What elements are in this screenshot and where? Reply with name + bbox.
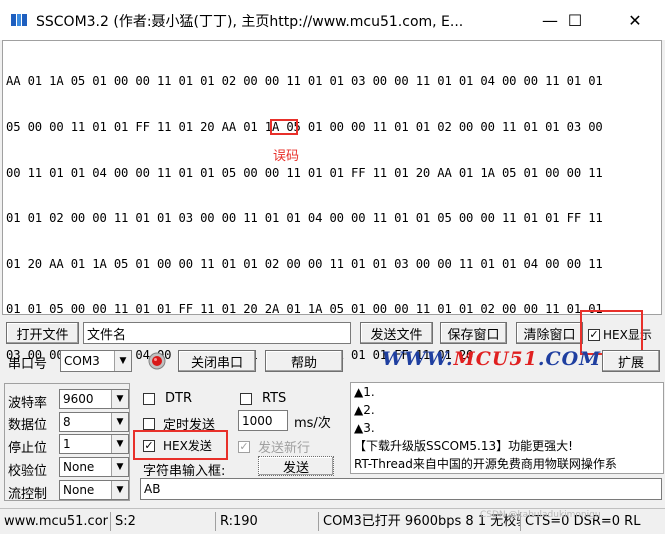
baud-value: 9600 (63, 392, 94, 406)
receive-textarea[interactable]: AA 01 1A 05 01 00 00 11 01 01 02 00 00 1… (2, 40, 662, 362)
dtr-checkbox[interactable]: DTR (143, 391, 192, 406)
send-button[interactable]: 发送 (258, 456, 334, 476)
port-status-icon (148, 352, 166, 370)
clear-window-button[interactable]: 清除窗口 (516, 322, 583, 344)
port-label: 串口号 (8, 357, 48, 372)
receive-line: 01 01 02 00 00 11 01 01 03 00 00 11 01 0… (6, 211, 603, 226)
flow-label: 流控制 (8, 487, 48, 502)
port-value: COM3 (64, 354, 100, 368)
watermark: CSDN @kabuladukimonigu (480, 510, 601, 520)
dtr-label: DTR (165, 391, 192, 406)
receive-line: 05 00 00 11 01 01 FF 11 01 20 AA 01 1A 0… (6, 120, 603, 135)
help-button[interactable]: 帮助 (265, 350, 343, 372)
dtr-box (143, 392, 155, 405)
save-window-button[interactable]: 保存窗口 (440, 322, 507, 344)
interval-unit: ms/次 (294, 416, 331, 431)
rts-label: RTS (262, 391, 287, 406)
expand-button[interactable]: 扩展 (602, 350, 660, 372)
rtthread-link[interactable]: RT-Thread来自中国的开源免费商用物联网操作系 (351, 455, 663, 473)
databits-select[interactable]: 8 ▼ (59, 412, 129, 432)
interval-input[interactable]: 1000 (238, 410, 288, 431)
status-site: www.mcu51.cor (4, 514, 109, 529)
databits-value: 8 (63, 415, 71, 429)
checkmark-icon: ✓ (238, 439, 250, 453)
info-line: ▲1. (354, 385, 375, 399)
close-button[interactable]: ✕ (612, 0, 658, 40)
status-received: R:190 (215, 512, 258, 531)
title-bar[interactable]: SSCOM3.2 (作者:聂小猛(丁丁), 主页http://www.mcu51… (0, 0, 665, 40)
receive-line: 01 01 05 00 00 11 01 01 FF 11 01 20 2A 0… (6, 302, 603, 317)
receive-line: AA 01 1A 05 01 00 00 11 01 01 02 00 00 1… (6, 74, 603, 89)
flow-value: None (63, 483, 95, 497)
parity-value: None (63, 460, 95, 474)
send-newline-label: 发送新行 (258, 441, 311, 456)
status-sent: S:2 (110, 512, 136, 531)
info-line: ▲2. (354, 403, 375, 417)
hex-send-highlight (133, 430, 228, 460)
chevron-down-icon[interactable]: ▼ (111, 413, 128, 431)
parity-select[interactable]: None ▼ (59, 457, 129, 477)
error-annotation: 误码 (273, 149, 300, 164)
info-panel[interactable]: ▲1. ▲2. ▲3. 【下载升级版SSCOM5.13】功能更强大! RT-Th… (350, 382, 664, 474)
input-label: 字符串输入框: (143, 464, 226, 479)
receive-line: 00 11 01 01 04 00 00 11 01 01 05 00 00 1… (6, 165, 603, 180)
chevron-down-icon[interactable]: ▼ (114, 351, 131, 371)
error-highlight-box (270, 119, 298, 135)
databits-label: 数据位 (8, 418, 48, 433)
download-link[interactable]: 【下载升级版SSCOM5.13】功能更强大! (351, 437, 663, 455)
send-file-button[interactable]: 发送文件 (360, 322, 433, 344)
filename-field[interactable]: 文件名 (83, 322, 351, 344)
info-line: ▲3. (354, 421, 375, 435)
window-title: SSCOM3.2 (作者:聂小猛(丁丁), 主页http://www.mcu51… (36, 14, 464, 30)
mcu51-logo: WWW.MCU51.COM (382, 348, 602, 370)
app-icon (11, 14, 27, 26)
chevron-down-icon[interactable]: ▼ (111, 481, 128, 499)
string-input[interactable]: AB (140, 478, 662, 500)
stopbits-select[interactable]: 1 ▼ (59, 434, 129, 454)
maximize-button[interactable]: ☐ (552, 0, 598, 40)
baud-select[interactable]: 9600 ▼ (59, 389, 129, 409)
receive-line: 01 20 AA 01 1A 05 01 00 00 11 01 01 02 0… (6, 256, 603, 271)
chevron-down-icon[interactable]: ▼ (111, 390, 128, 408)
chevron-down-icon[interactable]: ▼ (111, 435, 128, 453)
chevron-down-icon[interactable]: ▼ (111, 458, 128, 476)
parity-label: 校验位 (8, 464, 48, 479)
close-port-button[interactable]: 关闭串口 (178, 350, 256, 372)
open-file-button[interactable]: 打开文件 (6, 322, 79, 344)
stopbits-value: 1 (63, 437, 71, 451)
timed-send-box (143, 417, 155, 430)
rts-box (240, 392, 252, 405)
rts-checkbox[interactable]: RTS (240, 391, 286, 406)
port-select[interactable]: COM3 ▼ (60, 350, 132, 372)
baud-label: 波特率 (8, 396, 48, 411)
status-bar: www.mcu51.cor S:2 R:190 COM3已打开 9600bps … (0, 508, 665, 534)
send-newline-checkbox[interactable]: ✓ 发送新行 (238, 437, 310, 456)
flow-select[interactable]: None ▼ (59, 480, 129, 500)
stopbits-label: 停止位 (8, 441, 48, 456)
